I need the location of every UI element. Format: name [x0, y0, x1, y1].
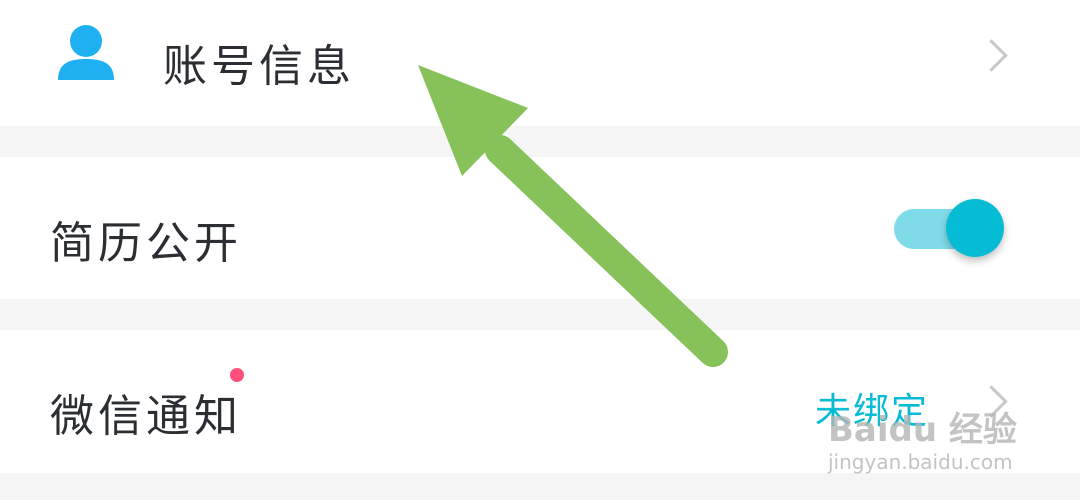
- user-icon: [58, 25, 114, 80]
- account-info-label: 账号信息: [163, 41, 355, 92]
- resume-public-row: 简历公开: [0, 157, 1080, 299]
- account-info-row[interactable]: 账号信息: [0, 0, 1080, 126]
- wechat-notification-label: 微信通知: [50, 391, 242, 442]
- wechat-notification-row[interactable]: 微信通知 未绑定: [0, 330, 1080, 473]
- resume-public-toggle[interactable]: [894, 199, 1008, 259]
- chevron-right-icon: [975, 39, 1008, 72]
- toggle-knob: [946, 199, 1004, 257]
- notification-badge-dot: [230, 368, 244, 382]
- chevron-right-icon: [975, 385, 1008, 418]
- resume-public-label: 简历公开: [50, 218, 242, 269]
- binding-status: 未绑定: [815, 391, 930, 432]
